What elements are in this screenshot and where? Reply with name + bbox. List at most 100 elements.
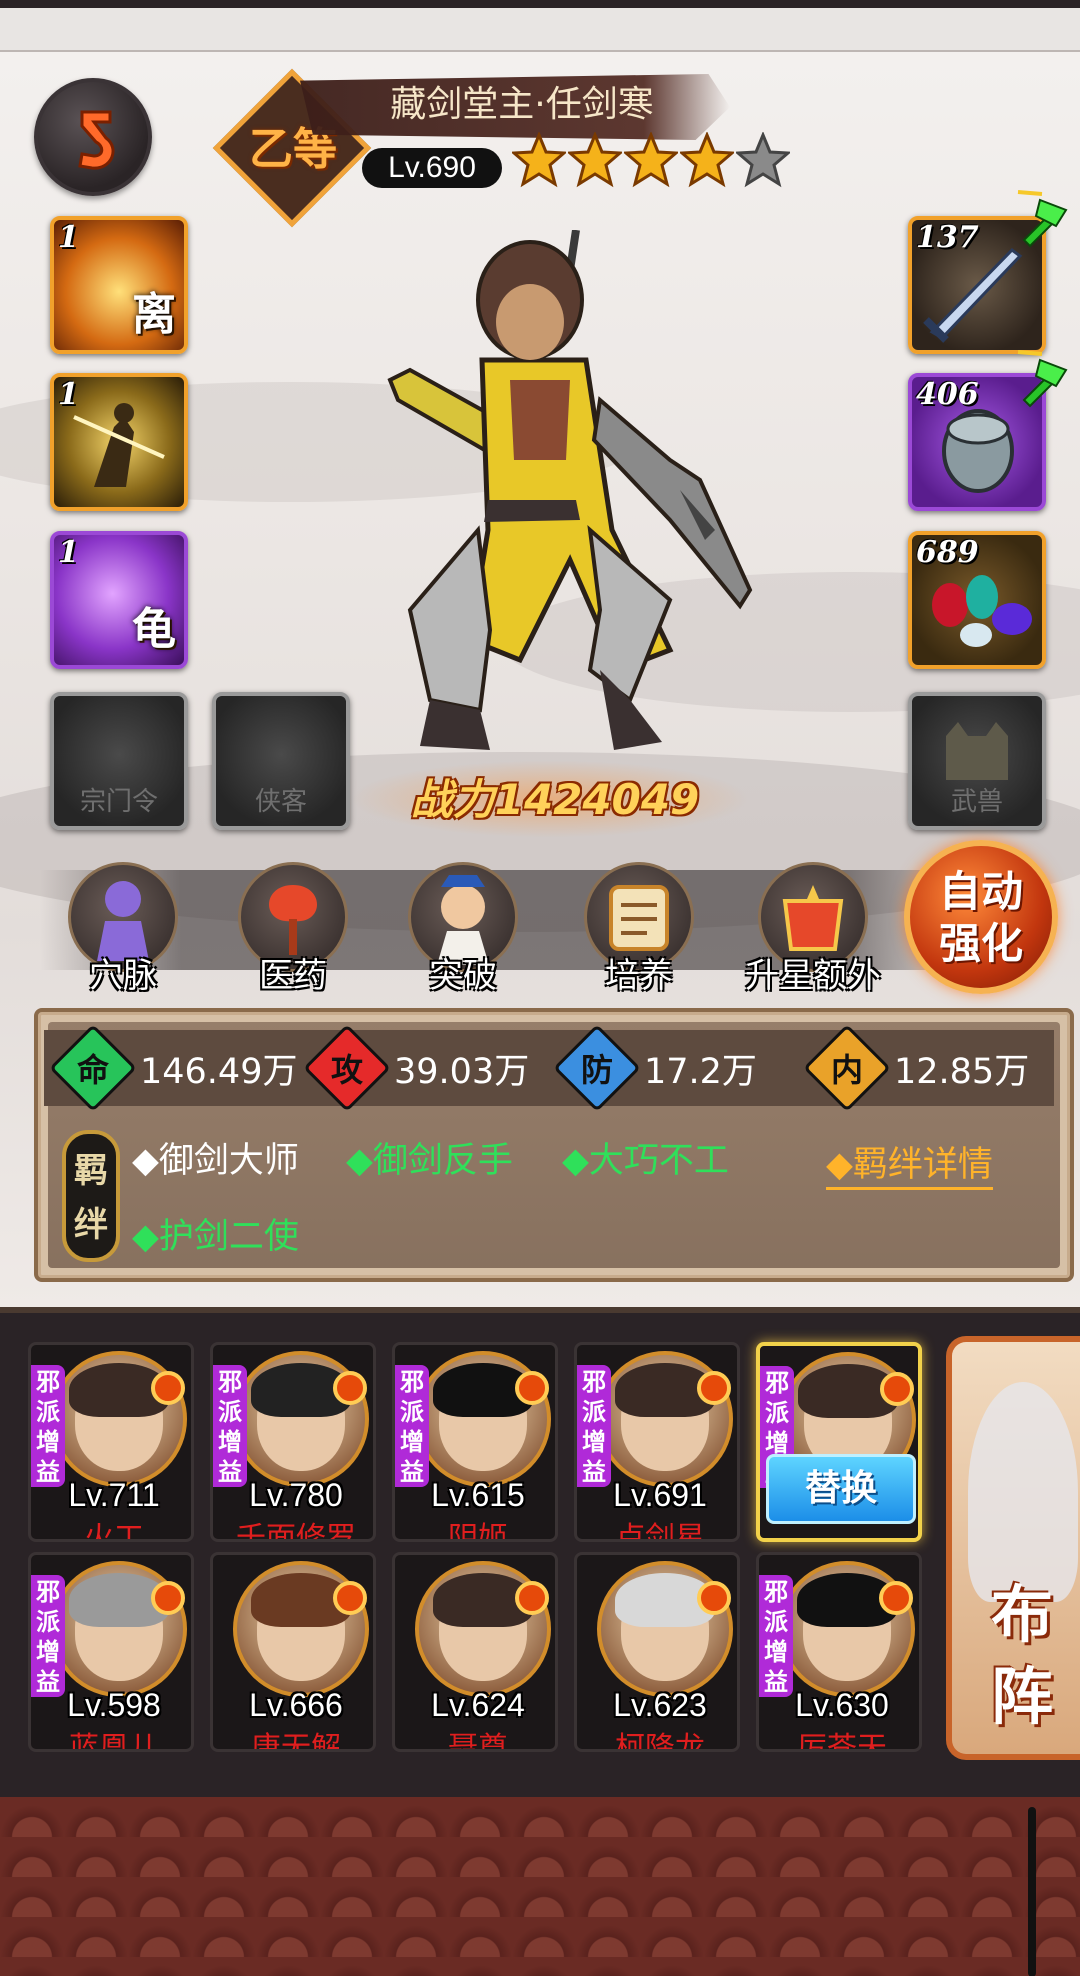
orange-badge-icon [880, 1372, 914, 1406]
hero-character-art [387, 230, 753, 750]
upgrade-hammer-icon [1012, 190, 1072, 250]
orange-badge-icon [879, 1581, 913, 1615]
hero-card[interactable]: 邪派增益 Lv.630 厉苍天 [756, 1552, 922, 1752]
combat-power: 战力1424049 [370, 770, 740, 830]
equip-slot-gems[interactable]: 689 [908, 531, 1046, 669]
purple-tentacle-skill-icon: 龟 [132, 604, 176, 655]
hero-card-name: 厉苍天 [797, 1731, 887, 1752]
replace-button[interactable]: 替换 [766, 1454, 916, 1524]
orange-badge-icon [697, 1371, 731, 1405]
bond-detail-link[interactable]: ◆羁绊详情 [826, 1136, 993, 1190]
hero-card-level: Lv.780 [249, 1477, 343, 1513]
hero-card-level: Lv.630 [795, 1687, 889, 1723]
orange-badge-icon [515, 1371, 549, 1405]
bond-item: ◆大巧不工 [562, 1141, 729, 1181]
hero-card[interactable]: Lv.666 唐无解 [210, 1552, 376, 1752]
hero-card[interactable]: 邪派增益 Lv.780 千面修罗 [210, 1342, 376, 1542]
orange-badge-icon [151, 1371, 185, 1405]
hero-card[interactable]: 邪派增益替换 [756, 1342, 922, 1542]
hero-card-name: 聂尊 [448, 1731, 508, 1752]
stat-internal: 内 12.85万 [803, 1024, 1030, 1112]
hero-card-level: Lv.711 [68, 1477, 160, 1513]
function-label: 升星额外 [745, 956, 881, 996]
beast-slot[interactable]: 武兽 [908, 692, 1046, 830]
deploy-character-art [968, 1382, 1078, 1602]
auto-enhance-button[interactable]: 自动 强化 [904, 840, 1058, 994]
function-label: 医药 [259, 956, 327, 996]
bond-item: ◆护剑二使 [132, 1217, 299, 1257]
sect-token-label: 宗门令 [79, 787, 158, 817]
star-filled-icon [512, 132, 566, 188]
internal-gem-icon: 内 [803, 1024, 891, 1112]
xiake-slot[interactable]: 侠客 [212, 692, 350, 830]
skill-slot-3[interactable]: 1 龟 [50, 531, 188, 669]
stat-hp: 命 146.49万 [49, 1024, 298, 1112]
stat-value: 12.85万 [894, 1051, 1030, 1092]
hero-card-name: 柯降龙 [615, 1731, 705, 1752]
back-button[interactable] [34, 78, 152, 196]
function-label: 穴脉 [89, 956, 157, 996]
deploy-button[interactable]: 布阵 [946, 1336, 1080, 1760]
cultivate-button[interactable]: 培养 [574, 862, 704, 996]
hero-card-level: Lv.598 [67, 1687, 161, 1723]
medicine-button[interactable]: 医药 [228, 862, 358, 996]
xiake-label: 侠客 [254, 787, 307, 817]
faction-buff-tag: 邪派增益 [577, 1365, 611, 1487]
bond-item: ◆御剑大师 [132, 1141, 299, 1181]
power-value: 1424049 [494, 775, 700, 824]
function-label: 突破 [429, 956, 497, 996]
star-up-extra-button[interactable]: 升星额外 [745, 862, 881, 996]
bond-tag-label: 羁绊 [74, 1151, 108, 1245]
star-empty-icon [736, 132, 790, 188]
skill-slot-count: 1 [58, 535, 79, 570]
hero-card[interactable]: 邪派增益 Lv.691 卢剑星 [574, 1342, 740, 1542]
hp-gem-icon: 命 [49, 1024, 137, 1112]
hero-card-level: Lv.691 [613, 1477, 707, 1513]
breakthrough-button[interactable]: 突破 [398, 862, 528, 996]
skill-slot-1[interactable]: 1 离 [50, 216, 188, 354]
hero-name: 藏剑堂主·任剑寒 [390, 84, 654, 125]
star-rating [512, 132, 792, 194]
deploy-label: 布阵 [990, 1578, 1053, 1733]
attack-gem-icon: 攻 [303, 1024, 391, 1112]
hero-card[interactable]: Lv.624 聂尊 [392, 1552, 558, 1752]
star-filled-icon [624, 132, 678, 188]
orange-badge-icon [333, 1371, 367, 1405]
meridian-button[interactable]: 穴脉 [58, 862, 188, 996]
faction-buff-tag: 邪派增益 [213, 1365, 247, 1487]
stat-value: 39.03万 [394, 1051, 530, 1092]
status-bar [0, 0, 1080, 52]
sword-warrior-skill-icon [73, 403, 165, 487]
faction-buff-tag: 邪派增益 [759, 1575, 793, 1697]
auto-enhance-label: 自动 强化 [938, 867, 1023, 968]
hero-card[interactable]: 邪派增益 Lv.615 阴姬 [392, 1342, 558, 1542]
hero-card[interactable]: 邪派增益 Lv.598 蓝凰儿 [28, 1552, 194, 1752]
hero-card-name: 阴姬 [448, 1521, 508, 1542]
hero-card-level: Lv.623 [613, 1687, 707, 1723]
bond-item: ◆御剑反手 [346, 1141, 513, 1181]
upgrade-hammer-icon [1012, 350, 1072, 410]
skill-slot-2[interactable]: 1 [50, 373, 188, 511]
power-label: 战力 [410, 775, 495, 824]
defense-gem-icon: 防 [553, 1024, 641, 1112]
flame-fist-skill-icon: 离 [132, 289, 176, 340]
skill-slot-count: 1 [58, 220, 79, 255]
faction-buff-tag: 邪派增益 [31, 1365, 65, 1487]
hero-card-name: 卢剑星 [615, 1521, 705, 1542]
stat-value: 146.49万 [140, 1051, 298, 1092]
hero-card-name: 火工 [84, 1521, 144, 1542]
bond-tag: 羁绊 [62, 1130, 120, 1262]
orange-badge-icon [515, 1581, 549, 1615]
hero-card-name: 蓝凰儿 [69, 1731, 159, 1752]
hero-card[interactable]: Lv.623 柯降龙 [574, 1552, 740, 1752]
faction-buff-tag: 邪派增益 [395, 1365, 429, 1487]
orange-badge-icon [697, 1581, 731, 1615]
sect-token-slot[interactable]: 宗门令 [50, 692, 188, 830]
stat-value: 17.2万 [644, 1051, 757, 1092]
beast-label: 武兽 [950, 787, 1003, 817]
hero-level: Lv.690 [362, 148, 502, 188]
stat-attack: 攻 39.03万 [303, 1024, 530, 1112]
hero-card[interactable]: 邪派增益 Lv.711 火工 [28, 1342, 194, 1542]
star-filled-icon [568, 132, 622, 188]
hero-card-level: Lv.615 [431, 1477, 525, 1513]
